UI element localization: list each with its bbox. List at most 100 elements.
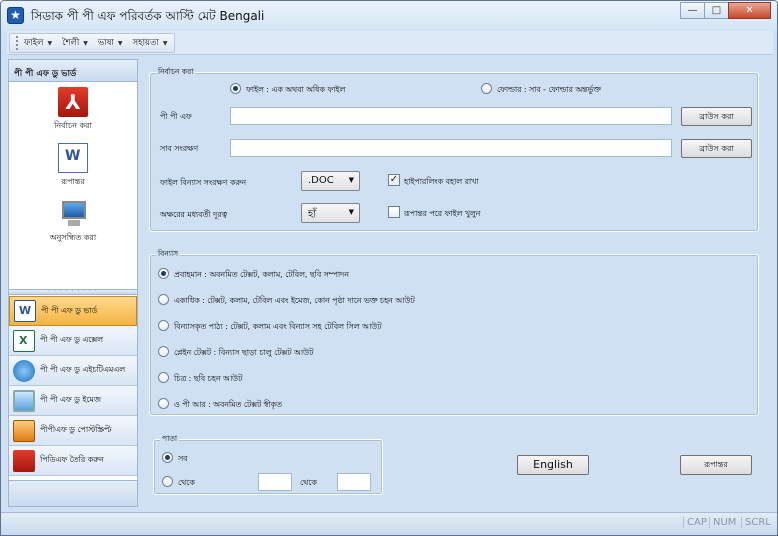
browse-pdf-button[interactable]: ব্রাউস করা	[681, 107, 752, 126]
star-icon: ★	[7, 7, 24, 24]
pdf-create-icon	[13, 449, 35, 472]
format-select[interactable]: .DOC ▼	[301, 171, 360, 191]
nav-label: পী পী এফ ডু ইমেজ	[40, 395, 101, 404]
status-bar: CAP NUM SCRL	[1, 512, 777, 535]
layout-option-label: একাধিক : টেক্সট, কলাম, টেবিল এবং ইমেজ, ক…	[174, 296, 415, 305]
hyperlink-checkbox[interactable]: ✓	[388, 174, 400, 186]
format-label: ফাইল বিন্যাস সংরক্ষণ করুন	[160, 178, 247, 187]
pages-group: পাতা সব থেকে থেকে	[153, 434, 383, 495]
sidebar-splitter[interactable]: · · · · · · · · ·	[9, 289, 137, 295]
close-button[interactable]: ✕	[728, 2, 771, 19]
tool-convert[interactable]: রূপান্তর	[9, 143, 137, 189]
nav-pdf-to-image[interactable]: পী পী এফ ডু ইমেজ	[9, 386, 137, 416]
pages-all-label: সব	[178, 454, 188, 463]
tool-convert-label: রূপান্তর	[61, 177, 85, 186]
save-label: সাব সংরক্ষণ	[160, 144, 199, 153]
layout-option-label: প্রবাহমান : অবনমিত টেক্সট, কলাম, টেবিল, …	[174, 270, 349, 279]
postscript-icon	[13, 419, 35, 442]
layout-option-label: বিন্যাসকৃত পাঠ্য : টেক্সট, কলাম এবং বিন্…	[174, 322, 382, 331]
open-after-label: রূপান্তর পরে ফাইল খুলুন	[404, 209, 481, 218]
sidebar-header: পী পী এফ ডু ভার্ড	[9, 60, 137, 82]
radio-folder[interactable]	[481, 83, 492, 94]
chevron-down-icon: ▼	[348, 176, 354, 184]
spacing-value: হাঁ	[308, 209, 317, 220]
menu-bar: ফাইল ▼ শৈলী ▼ ভাষা ▼ সহায়তা ▼	[7, 31, 773, 55]
layout-group-title: বিন্যাস	[156, 249, 181, 261]
title-bar: ★ সিডাক পী পী এফ পরিবর্তক আস্টি মেট Beng…	[1, 1, 777, 31]
page-to-input[interactable]	[337, 473, 371, 491]
computer-icon	[58, 199, 88, 229]
nav-label: পী পী এফ ডু এইচটিএমএল	[40, 365, 126, 374]
sidebar-footer	[9, 480, 137, 506]
status-num: NUM	[709, 517, 739, 528]
tool-search[interactable]: অনুসন্ধিত করা	[9, 199, 137, 245]
nav-pdf-to-excel[interactable]: পী পী এফ ডু এক্সেল	[9, 326, 137, 356]
open-after-checkbox[interactable]	[388, 206, 400, 218]
pdf-label: পী পী এফ	[160, 112, 192, 121]
sidebar: পী পী এফ ডু ভার্ড ⅄ নির্বাচন করা রূপান্ত…	[8, 59, 138, 507]
radio-file[interactable]	[230, 83, 241, 94]
chevron-down-icon: ▼	[83, 40, 88, 47]
layout-radio-plain[interactable]	[158, 346, 169, 357]
menu-file[interactable]: ফাইল ▼	[24, 36, 52, 50]
excel-icon	[13, 329, 35, 352]
select-group-title: নির্বাচন করা	[156, 67, 196, 79]
spacing-label: অক্ষরের মধ্যবর্তী দূরত্ব	[160, 210, 228, 219]
save-path-input[interactable]	[230, 139, 672, 157]
layout-option-label: প্লেইন টেক্সট : বিন্যাস ছাড়া চালু টেক্স…	[174, 348, 314, 357]
pages-from-label: থেকে	[178, 478, 195, 487]
pages-group-title: পাতা	[160, 434, 180, 446]
status-scrl: SCRL	[741, 517, 774, 528]
menu-help[interactable]: সহায়তা ▼	[133, 36, 168, 50]
tool-select[interactable]: ⅄ নির্বাচন করা	[9, 87, 137, 133]
menu-style[interactable]: শৈলী ▼	[62, 36, 88, 50]
word-document-icon	[58, 143, 88, 173]
app-window: ★ সিডাক পী পী এফ পরিবর্তক আস্টি মেট Beng…	[0, 0, 778, 536]
nav-label: পীপীএফ ডু পোস্টস্ক্রিপ্ট	[40, 425, 112, 434]
chevron-down-icon: ▼	[348, 208, 354, 216]
layout-radio-ocr[interactable]	[158, 398, 169, 409]
pages-to-label: থেকে	[300, 478, 317, 487]
word-icon	[14, 300, 36, 322]
image-icon	[13, 389, 35, 412]
chevron-down-icon: ▼	[47, 40, 53, 47]
layout-radio-formatted[interactable]	[158, 320, 169, 331]
page-from-input[interactable]	[258, 473, 292, 491]
layout-group: বিন্যাস প্রবাহমান : অবনমিত টেক্সট, কলাম,…	[149, 249, 759, 416]
nav-pdf-to-html[interactable]: পী পী এফ ডু এইচটিএমএল	[9, 356, 137, 386]
nav-label: পী পী এফ ডু এক্সেল	[40, 335, 103, 344]
tool-select-label: নির্বাচন করা	[54, 121, 92, 130]
nav-pdf-to-postscript[interactable]: পীপীএফ ডু পোস্টস্ক্রিপ্ট	[9, 416, 137, 446]
toolbar-grip[interactable]	[16, 36, 18, 50]
spacing-select[interactable]: হাঁ ▼	[301, 203, 360, 223]
window-title: সিডাক পী পী এফ পরিবর্তক আস্টি মেট Bengal…	[31, 9, 265, 23]
pdf-path-input[interactable]	[230, 107, 672, 125]
pages-radio-range[interactable]	[162, 476, 173, 487]
browse-save-button[interactable]: ব্রাউস করা	[681, 139, 752, 158]
html-icon	[13, 359, 35, 382]
layout-radio-multiple[interactable]	[158, 294, 169, 305]
select-group: নির্বাচন করা ফাইল : এক অথবা অধিক ফাইল ফো…	[149, 67, 759, 232]
chevron-down-icon: ▼	[117, 40, 123, 47]
nav-label: পী পী এফ ডু ভার্ড	[41, 305, 98, 315]
layout-radio-flowing[interactable]	[158, 268, 169, 279]
minimize-button[interactable]: —	[680, 2, 705, 19]
chevron-down-icon: ▼	[162, 40, 168, 47]
layout-radio-image[interactable]	[158, 372, 169, 383]
nav-label: পিডিএফ তৈরি করুন	[40, 455, 104, 464]
pdf-icon: ⅄	[58, 87, 88, 117]
convert-button[interactable]: রূপান্তর	[680, 455, 752, 475]
nav-create-pdf[interactable]: পিডিএফ তৈরি করুন	[9, 446, 137, 476]
pages-radio-all[interactable]	[162, 452, 173, 463]
menu-language[interactable]: ভাষা ▼	[98, 36, 123, 50]
layout-option-label: চিত্র : ছবি চহন আউট	[174, 374, 243, 383]
language-button[interactable]: English	[517, 455, 589, 475]
radio-file-label: ফাইল : এক অথবা অধিক ফাইল	[246, 85, 346, 94]
nav-pdf-to-word[interactable]: পী পী এফ ডু ভার্ড	[9, 296, 137, 326]
hyperlink-label: হাইপারলিংক বহাল রাখা	[404, 177, 479, 186]
maximize-button[interactable]: □	[704, 2, 729, 19]
radio-folder-label: ফোল্ডার : সাব - ফোল্ডার অন্তর্ভুক্ত	[497, 85, 601, 94]
format-value: .DOC	[308, 175, 334, 186]
tool-search-label: অনুসন্ধিত করা	[49, 233, 97, 242]
status-cap: CAP	[683, 517, 710, 528]
